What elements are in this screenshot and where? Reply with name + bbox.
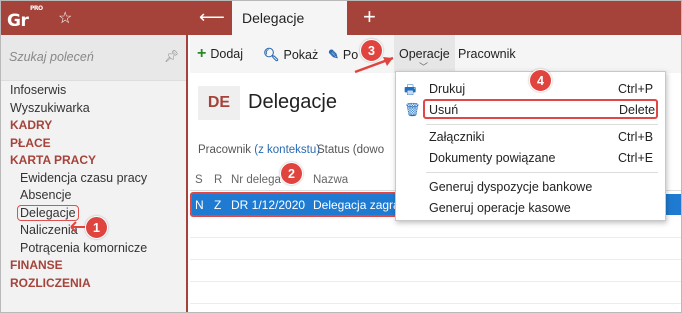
sidebar-section-finanse[interactable]: FINANSE (1, 257, 186, 275)
menu-item-bank-dispositions-label: Generuj dyspozycje bankowe (429, 180, 593, 194)
sidebar-search[interactable]: Szukaj poleceń 📌︎ (1, 35, 186, 81)
sidebar-section-kadry[interactable]: KADRY (1, 117, 186, 135)
menu-separator (426, 124, 658, 125)
grid-line (190, 259, 681, 260)
menu-item-attachments-label: Załączniki (429, 130, 485, 144)
sidebar-nav: Infoserwis Wyszukiwarka KADRY PŁACE KART… (1, 82, 186, 292)
logo-text: Gr (7, 11, 29, 31)
toolbar: + Dodaj 🔍︎ Pokaż ✎ Po Operacje ﹀ Pracownik (190, 35, 681, 73)
brush-icon: ✎ (328, 47, 339, 62)
employee-filter[interactable]: Pracownik (z kontekstu) (198, 144, 320, 156)
callout-3-arrow (354, 56, 394, 74)
employee-button[interactable]: Pracownik (458, 47, 516, 61)
operations-label: Operacje (399, 47, 450, 61)
app-window: PRO Gr ☆ ⟵ Delegacje + Szukaj poleceń 📌︎… (0, 0, 682, 313)
back-arrow-icon[interactable]: ⟵ (199, 7, 225, 28)
menu-item-related-docs-label: Dokumenty powiązane (429, 151, 556, 165)
sidebar-section-rozliczenia[interactable]: ROZLICZENIA (1, 275, 186, 293)
status-filter[interactable]: Status (dowo (317, 144, 384, 156)
sidebar-item-absencje[interactable]: Absencje (1, 187, 186, 205)
menu-item-print-label: Drukuj (429, 82, 466, 96)
plus-icon: + (197, 45, 207, 62)
menu-separator (426, 172, 658, 173)
delete-highlight-box (423, 99, 658, 119)
add-label: Dodaj (210, 47, 244, 61)
grid-line (190, 237, 681, 238)
sidebar-section-karta-pracy[interactable]: KARTA PRACY (1, 152, 186, 170)
sidebar-item-ewidencja[interactable]: Ewidencja czasu pracy (1, 170, 186, 188)
sidebar-section-place[interactable]: PŁACE (1, 135, 186, 153)
callout-4: 4 (529, 69, 552, 92)
col-r[interactable]: R (214, 174, 222, 186)
pin-icon[interactable]: 📌︎ (164, 49, 179, 63)
logo-pro-label: PRO (30, 5, 43, 12)
menu-item-attachments[interactable]: Załączniki Ctrl+B (396, 127, 665, 147)
page-title: Delegacje (248, 91, 337, 113)
employee-context-link[interactable]: (z kontekstu) (254, 144, 320, 156)
col-nazwa[interactable]: Nazwa (313, 174, 348, 186)
menu-item-related-docs[interactable]: Dokumenty powiązane Ctrl+E (396, 148, 665, 168)
search-icon: 🔍︎ (263, 47, 280, 62)
new-tab-plus-icon[interactable]: + (363, 4, 376, 30)
module-badge: DE (198, 86, 240, 120)
sidebar-item-infoserwis[interactable]: Infoserwis (1, 82, 186, 100)
app-logo[interactable]: PRO Gr (7, 5, 43, 31)
add-button[interactable]: + Dodaj (197, 45, 243, 63)
show-button[interactable]: 🔍︎ Pokaż (263, 47, 318, 63)
operations-menu: 🖶︎ Drukuj Ctrl+P 🗑︎ Usuń Delete Załączni… (395, 71, 666, 221)
menu-item-cash-operations-label: Generuj operacje kasowe (429, 201, 571, 215)
menu-item-attachments-shortcut: Ctrl+B (618, 130, 654, 144)
tab-delegacje[interactable]: Delegacje (232, 1, 347, 35)
menu-item-cash-operations[interactable]: Generuj operacje kasowe (396, 198, 665, 218)
search-input[interactable]: Szukaj poleceń (9, 50, 94, 64)
col-s[interactable]: S (195, 174, 203, 186)
menu-item-related-docs-shortcut: Ctrl+E (618, 151, 654, 165)
sidebar-item-wyszukiwarka[interactable]: Wyszukiwarka (1, 100, 186, 118)
operations-button[interactable]: Operacje ﹀ (394, 35, 455, 73)
sidebar-item-potracenia[interactable]: Potrącenia komornicze (1, 240, 186, 258)
row-highlight-box (190, 192, 397, 217)
callout-2: 2 (280, 162, 303, 185)
employee-filter-label: Pracownik (198, 144, 252, 156)
top-bar: PRO Gr ☆ ⟵ Delegacje + (1, 1, 681, 35)
sidebar: Szukaj poleceń 📌︎ Infoserwis Wyszukiwark… (1, 35, 188, 312)
menu-item-bank-dispositions[interactable]: Generuj dyspozycje bankowe (396, 177, 665, 197)
star-icon[interactable]: ☆ (58, 8, 72, 28)
menu-item-print-shortcut: Ctrl+P (618, 82, 654, 96)
grid-line (190, 281, 681, 282)
trash-icon: 🗑︎ (404, 102, 421, 117)
callout-1-arrow (70, 221, 85, 233)
show-label: Pokaż (283, 48, 319, 62)
col-nr[interactable]: Nr delega (231, 174, 281, 186)
grid-line (190, 303, 681, 304)
